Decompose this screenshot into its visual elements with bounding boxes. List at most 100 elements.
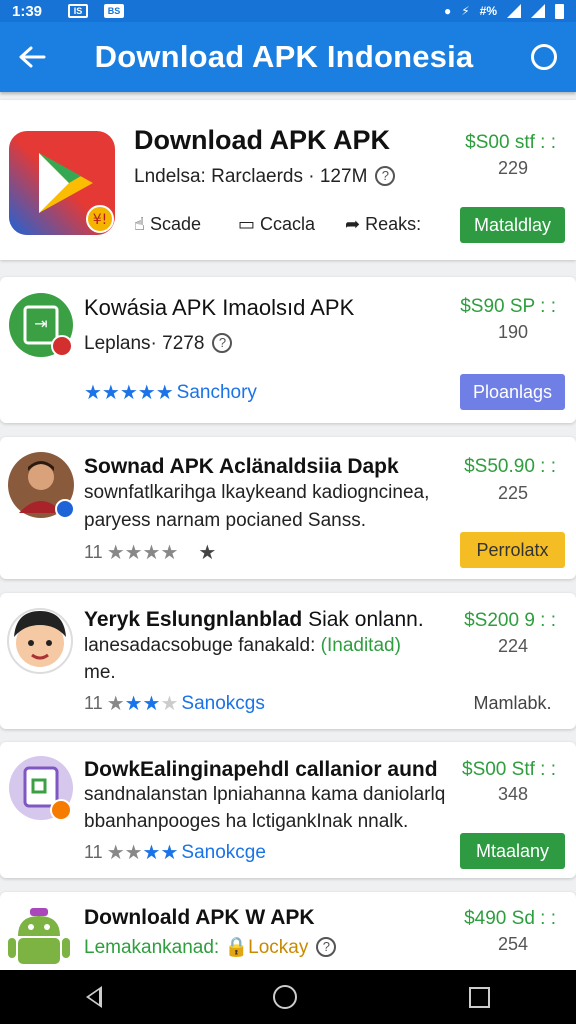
app-price: $S90 SP : :: [460, 296, 556, 317]
app-name: Download APK APK: [134, 125, 390, 155]
rating-stars: 11 ★★ ★★ Sanokcge: [84, 840, 266, 865]
app-name-rest: Siak onlann.: [308, 608, 424, 631]
action-share-label: Reaks:: [365, 214, 422, 234]
comment-icon: ▭: [238, 214, 256, 234]
rating-count: 11: [84, 693, 103, 713]
back-arrow-icon: [19, 46, 46, 68]
app-description: sandnalanstan lpniahanna kama daniolarlq: [84, 784, 446, 805]
install-button[interactable]: Mtaalany: [460, 833, 565, 869]
action-scade-label: Scade: [149, 214, 202, 234]
action-scade[interactable]: ☝ Scade: [134, 214, 201, 235]
rating-label: Sanchory: [176, 381, 257, 403]
app-card[interactable]: DowkEalinginapehdl callanior aund sandna…: [0, 742, 576, 878]
rating-stars: 11 ★ ★★ ★ Sanokcgs: [84, 691, 265, 716]
install-button[interactable]: Mataldlay: [460, 207, 565, 243]
install-button[interactable]: Ploanlags: [460, 374, 565, 410]
page-title: Download APK Indonesia: [94, 39, 474, 74]
status-time: 1:39: [12, 2, 43, 20]
alarm-icon: ●: [443, 4, 452, 18]
notification-icon: IS: [68, 4, 89, 18]
avatar: [8, 452, 75, 519]
cartoon-avatar: [7, 608, 73, 674]
app-price: $490 Sd : :: [464, 908, 556, 929]
app-card[interactable]: Yeryk Eslungnlanblad Siak onlann. lanesa…: [0, 593, 576, 729]
app-icon-green: ⇥: [9, 293, 73, 357]
options-button[interactable]: [512, 22, 576, 92]
play-store-app-icon: ¥!: [9, 131, 115, 235]
lock-badge: 🔒Lockay: [224, 937, 309, 958]
help-icon[interactable]: ?: [212, 333, 233, 353]
notification-badge-icon: BS: [104, 4, 125, 18]
app-price: $S00 stf : :: [465, 132, 556, 153]
install-link[interactable]: Mamlabk.: [460, 685, 565, 721]
star-icon-filled: ★★: [142, 842, 179, 864]
app-description-2: me.: [84, 662, 116, 683]
app-card[interactable]: Sownad APK Aclänaldsiia Dapk sownfatlkar…: [0, 437, 576, 579]
app-name: DowkEalinginapehdl callanior aund: [84, 758, 438, 781]
app-price: $S200 9 : :: [464, 610, 556, 631]
app-name: Yeryk Eslungnlanblad: [84, 608, 303, 631]
help-icon[interactable]: ?: [316, 937, 337, 957]
vibrate-icon: ⚡: [461, 4, 470, 18]
rating-count: 11: [84, 842, 103, 862]
app-name: Downloald APK W APK: [84, 906, 315, 929]
star-icon: ★★: [106, 842, 143, 864]
app-bar: Download APK Indonesia: [0, 22, 576, 92]
download-count: 224: [498, 636, 529, 656]
app-card[interactable]: ¥! Download APK APK Lndelsa: Rarclaerds …: [0, 100, 576, 260]
system-nav-bar: [0, 970, 576, 1024]
star-icon: ★: [106, 693, 125, 715]
back-button[interactable]: [0, 22, 64, 92]
download-count: 190: [498, 322, 529, 342]
app-icon-purple: [9, 756, 73, 821]
download-count: 225: [498, 483, 529, 503]
action-ccacla[interactable]: ▭ Ccacla: [238, 214, 315, 235]
nav-recents-icon[interactable]: [469, 986, 491, 1008]
app-description-2: paryess narnam pocianed Sanss.: [84, 510, 366, 531]
app-price: $S50.90 : :: [464, 456, 556, 477]
app-card[interactable]: ⇥ Kowásia APK Imaolsıd APK Leplans· 7278…: [0, 277, 576, 423]
rating-label: Sanokcge: [181, 841, 266, 863]
app-description-2: bbanhanpooges ha lctigankInak nnalk.: [84, 811, 409, 832]
share-icon: ➦: [345, 214, 361, 234]
rating-stars: ★★★★★ Sanchory: [84, 380, 257, 405]
rating-stars: 11 ★★★★ ★: [84, 540, 216, 565]
android-icon: [8, 908, 70, 964]
network-label: #%: [479, 4, 497, 18]
star-icon: ★★★★★: [84, 382, 174, 404]
download-count: 229: [498, 158, 529, 178]
signal-icon-2: [531, 4, 545, 18]
star-icon-extra: ★: [198, 542, 217, 564]
action-ccacla-label: Ccacla: [260, 214, 316, 234]
download-count: 348: [498, 784, 529, 804]
status-bar: 1:39 IS BS ● ⚡ #%: [0, 0, 576, 22]
svg-text:¥!: ¥!: [93, 212, 108, 228]
star-icon-empty: ★: [160, 693, 179, 715]
rating-label: Sanokcgs: [181, 692, 265, 714]
nav-home-icon[interactable]: [273, 985, 298, 1009]
circle-icon: [531, 44, 557, 70]
app-subtitle: Leplans· 7278: [84, 333, 205, 354]
star-icon: ★★★★: [106, 542, 179, 564]
download-count: 254: [498, 934, 529, 954]
app-price: $S00 Stf : :: [462, 759, 556, 780]
app-subtitle: Lemakankanad:: [84, 937, 220, 958]
star-icon-filled: ★★: [124, 693, 161, 715]
rating-count: 11: [84, 542, 103, 562]
help-icon[interactable]: ?: [375, 166, 396, 186]
nav-back-icon[interactable]: [85, 986, 102, 1008]
signal-icon: [507, 4, 521, 18]
battery-icon: [555, 3, 564, 19]
app-description: sownfatlkarihga lkaykeand kadiogncinea,: [84, 482, 430, 503]
app-name: Kowásia APK Imaolsıd APK: [84, 295, 355, 320]
install-button[interactable]: Perrolatx: [460, 532, 565, 568]
thumb-icon: ☝: [134, 214, 145, 234]
app-name: Sownad APK Aclänaldsiia Dapk: [84, 455, 399, 478]
lock-badge-label: Lockay: [248, 937, 309, 958]
app-subtitle: Lndelsa: Rarclaerds · 127M: [134, 166, 368, 187]
app-description: lanesadacsobuge fanakald:: [84, 635, 316, 656]
app-card[interactable]: Downloald APK W APK Lemakankanad: 🔒Locka…: [0, 892, 576, 982]
svg-text:⇥: ⇥: [34, 314, 47, 333]
highlight-text: (Inaditad): [320, 635, 401, 656]
action-share[interactable]: ➦ Reaks:: [345, 214, 421, 235]
